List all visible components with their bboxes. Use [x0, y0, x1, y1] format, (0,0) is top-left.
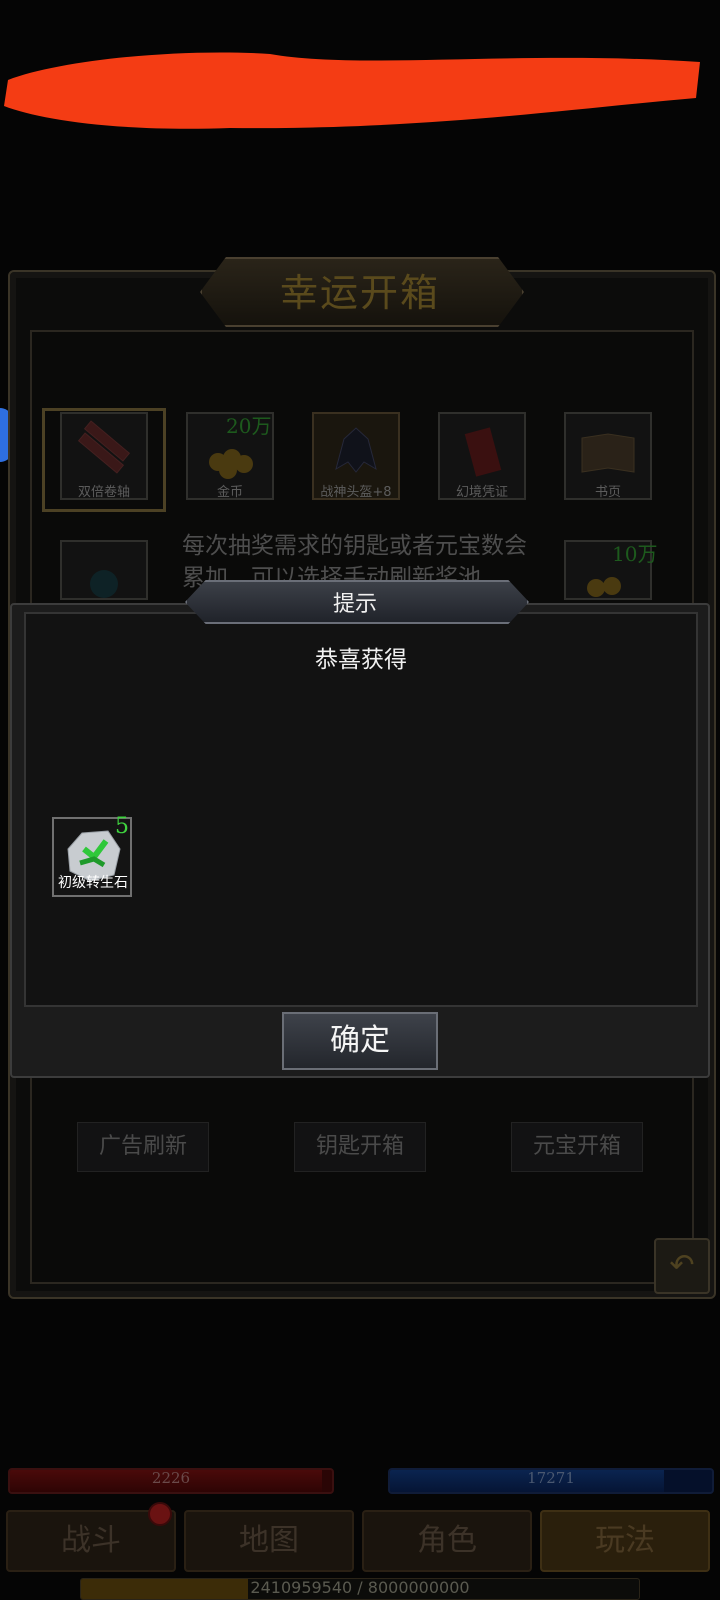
lucky-box-title: 幸运开箱 — [279, 271, 440, 315]
redaction-mark — [4, 52, 700, 129]
confirm-button[interactable]: 确定 — [282, 1012, 438, 1070]
prize-label: 金币 — [216, 485, 243, 500]
key-open-button[interactable]: 钥匙开箱 — [294, 1122, 426, 1172]
book-pages-icon — [581, 433, 635, 473]
prize-label: 战神头盔+8 — [320, 485, 392, 500]
potion-icon — [90, 570, 118, 598]
prize-label: 双倍卷轴 — [77, 485, 130, 500]
undo-arrow-icon[interactable]: ↶ — [654, 1238, 710, 1294]
reward-count: 5 — [115, 814, 129, 839]
prize-count: 10万 — [612, 542, 658, 566]
hp-value: 2226 — [151, 1469, 191, 1487]
nav-map[interactable]: 地图 — [184, 1510, 354, 1572]
voucher-scroll-icon — [464, 427, 502, 477]
nav-character[interactable]: 角色 — [362, 1510, 532, 1572]
ad-refresh-button[interactable]: 广告刷新 — [77, 1122, 209, 1172]
prize-slot-6[interactable] — [60, 540, 148, 600]
ingot-open-button[interactable]: 元宝开箱 — [511, 1122, 643, 1172]
dialog-title: 提示 — [332, 592, 377, 617]
prize-label: 幻境凭证 — [455, 485, 508, 500]
helmet-icon — [335, 427, 377, 473]
dialog-message: 恭喜获得 — [315, 647, 407, 673]
prize-label: 书页 — [594, 485, 621, 500]
scroll-bundle-icon — [77, 420, 131, 474]
reward-item-name: 初级转生石 — [58, 875, 128, 891]
exp-value: 2410959540 / 8000000000 — [250, 1578, 470, 1597]
notification-dot — [148, 1502, 172, 1526]
mp-value: 17271 — [527, 1469, 575, 1487]
prize-count: 20万 — [226, 414, 272, 438]
nav-gameplay[interactable]: 玩法 — [540, 1510, 710, 1572]
